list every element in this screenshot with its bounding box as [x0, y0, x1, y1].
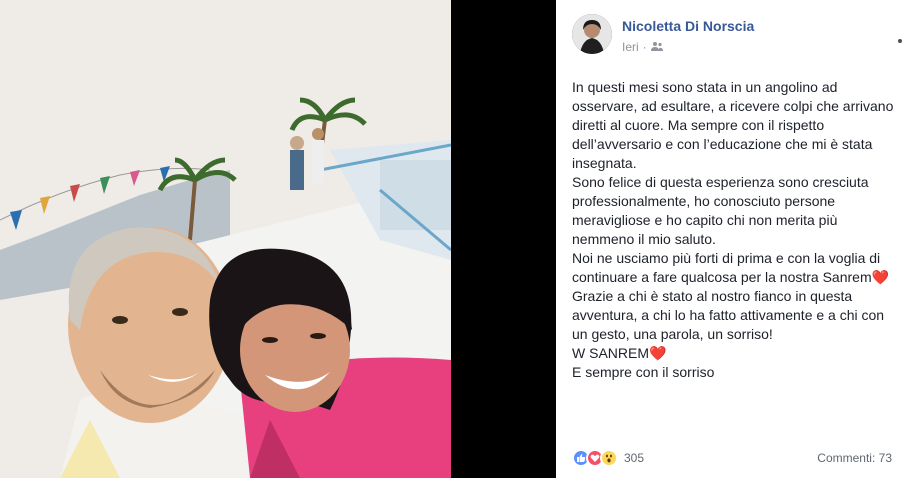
post-timestamp[interactable]: Ieri	[622, 40, 639, 54]
more-options-icon[interactable]	[897, 32, 903, 48]
reactions-summary[interactable]: 305	[572, 449, 644, 467]
photo-viewer	[0, 0, 556, 478]
selfie-image	[0, 0, 451, 478]
author-name[interactable]: Nicoletta Di Norscia	[622, 18, 754, 34]
wow-icon	[600, 449, 618, 467]
comments-count-link[interactable]: Commenti: 73	[817, 451, 892, 465]
post-header: Nicoletta Di Norscia Ieri ·	[572, 14, 902, 58]
post-meta: Ieri ·	[622, 40, 663, 54]
post-paragraph: Grazie a chi è stato al nostro fianco in…	[572, 288, 885, 342]
post-paragraph: E sempre con il sorriso	[572, 364, 715, 380]
avatar[interactable]	[572, 14, 612, 54]
friends-icon[interactable]	[650, 40, 663, 54]
post-body: In questi mesi sono stata in un angolino…	[572, 78, 894, 382]
post-paragraph: In questi mesi sono stata in un angolino…	[572, 79, 894, 171]
post-photo[interactable]	[0, 0, 451, 478]
post-paragraph: Sono felice di questa esperienza sono cr…	[572, 174, 869, 247]
reaction-count: 305	[624, 451, 645, 465]
post-paragraph: W SANREM❤️	[572, 345, 667, 361]
post-paragraph: Noi ne usciamo più forti di prima e con …	[572, 250, 890, 285]
post-panel: Nicoletta Di Norscia Ieri · In questi me	[556, 0, 903, 478]
post-footer: 305 Commenti: 73	[572, 447, 892, 469]
avatar-image	[572, 14, 612, 54]
